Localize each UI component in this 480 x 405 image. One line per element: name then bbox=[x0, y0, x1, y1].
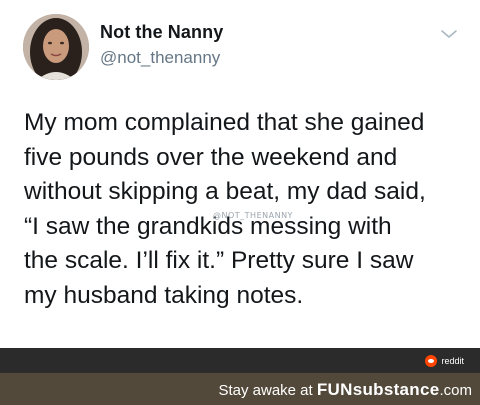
tweet-text-line: the scale. I’ll fix it.” Pretty sure I s… bbox=[24, 247, 414, 274]
tweet-text-line: without skipping a beat, my dad said, bbox=[24, 178, 426, 205]
display-name[interactable]: Not the Nanny bbox=[100, 22, 223, 43]
footer-brand: FUNsubstance bbox=[316, 380, 440, 399]
footer-prefix: Stay awake at bbox=[218, 382, 313, 399]
tweet-text-line: five pounds over the weekend and bbox=[24, 143, 398, 171]
user-handle[interactable]: @not_thenanny bbox=[100, 48, 220, 68]
tweet-text: My mom complained that she gained five p… bbox=[24, 106, 474, 313]
tweet-card: Not the Nanny @not_thenanny My mom compl… bbox=[0, 0, 480, 348]
reddit-label: reddit bbox=[441, 356, 464, 366]
footer-text[interactable]: Stay awake at FUNsubstance.com bbox=[218, 380, 472, 400]
footer-domain: .com bbox=[439, 382, 472, 399]
tweet-text-line: My mom complained that she gained bbox=[24, 109, 425, 136]
footer-banner: Stay awake at FUNsubstance.com bbox=[0, 373, 480, 405]
reddit-badge[interactable]: reddit bbox=[425, 353, 464, 369]
watermark-text: @NOT_THENANNY bbox=[213, 211, 293, 220]
avatar[interactable] bbox=[23, 14, 89, 80]
chevron-down-icon[interactable] bbox=[440, 28, 458, 40]
reddit-bar: reddit bbox=[0, 348, 480, 373]
tweet-text-line: my husband taking notes. bbox=[24, 281, 304, 309]
reddit-logo-icon bbox=[425, 355, 438, 367]
